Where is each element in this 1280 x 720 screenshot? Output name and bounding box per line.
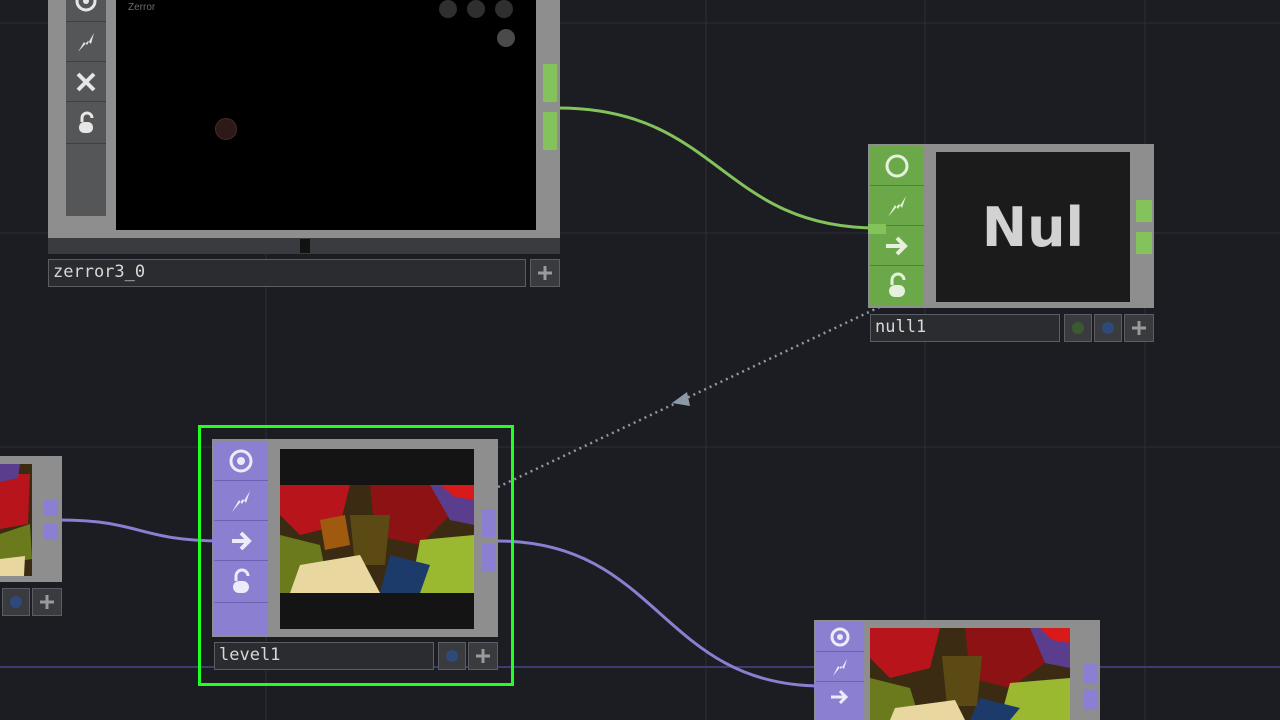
viewer-toggle-button[interactable] — [66, 0, 106, 22]
display-flag-icon — [1072, 322, 1084, 334]
output-connector-1[interactable] — [44, 500, 58, 516]
bypass-button[interactable] — [816, 652, 864, 682]
bypass-icon — [833, 658, 847, 676]
lock-icon — [889, 272, 906, 297]
null-node[interactable]: Nul null1 — [868, 144, 1158, 344]
node-flag-strip — [66, 0, 106, 216]
close-icon — [76, 72, 96, 91]
viewer-toggle-button[interactable] — [870, 146, 924, 186]
display-flag-button[interactable] — [1064, 314, 1092, 342]
null-viewer[interactable]: Nul — [936, 152, 1130, 302]
input-connector[interactable] — [814, 682, 834, 692]
output-connector-2[interactable] — [44, 524, 58, 540]
render-flag-button[interactable] — [1094, 314, 1122, 342]
render-flag-button[interactable] — [438, 642, 466, 670]
wire-level-to-bottom[interactable] — [497, 539, 823, 688]
output-connector-1[interactable] — [543, 64, 557, 102]
render-flag-icon — [10, 596, 22, 608]
output-connector-1[interactable] — [1084, 664, 1098, 684]
render-flag-icon — [1102, 322, 1114, 334]
zerror-node[interactable]: Zerror zerror3_0 — [48, 0, 562, 292]
level-node[interactable]: level1 — [198, 425, 516, 687]
add-icon — [538, 266, 552, 280]
output-connector-2[interactable] — [543, 112, 557, 150]
add-button[interactable] — [1124, 314, 1154, 342]
node-name-field[interactable]: null1 — [870, 314, 1060, 342]
zerror-viewer[interactable]: Zerror — [116, 0, 536, 230]
bypass-icon — [888, 195, 906, 217]
viewer-toggle-icon — [885, 154, 909, 177]
bypass-button[interactable] — [66, 22, 106, 62]
viewer-label: Zerror — [128, 2, 156, 13]
lock-button[interactable] — [870, 266, 924, 306]
bottom-partial-viewer[interactable] — [870, 628, 1070, 720]
output-connector-2[interactable] — [1136, 232, 1152, 254]
strip-spacer — [214, 603, 268, 635]
add-button[interactable] — [530, 259, 560, 287]
viewer-toggle-button[interactable] — [214, 441, 268, 481]
output-connector-2[interactable] — [1084, 690, 1098, 710]
bypass-button[interactable] — [870, 186, 924, 226]
viewer-toggle-icon — [75, 0, 97, 11]
viewer-point — [215, 118, 237, 140]
node-name-field[interactable]: zerror3_0 — [48, 259, 526, 287]
viewer-toggle-button[interactable] — [816, 622, 864, 652]
lock-button[interactable] — [66, 102, 106, 144]
lock-icon — [79, 111, 94, 133]
cook-icon — [886, 236, 908, 255]
node-flag-strip — [816, 622, 864, 720]
node-name-field[interactable]: level1 — [214, 642, 434, 670]
strip-spacer — [66, 144, 106, 216]
add-button[interactable] — [468, 642, 498, 670]
close-button[interactable] — [66, 62, 106, 102]
viewer-image — [870, 628, 1070, 720]
left-partial-node[interactable] — [0, 456, 62, 618]
bypass-button[interactable] — [214, 481, 268, 521]
render-flag-button[interactable] — [2, 588, 30, 616]
resize-handle[interactable] — [300, 239, 310, 253]
output-connector-2[interactable] — [482, 544, 496, 572]
output-connector-1[interactable] — [482, 509, 496, 537]
bottom-partial-node[interactable] — [814, 620, 1102, 720]
viewer-image — [280, 485, 474, 593]
add-button[interactable] — [32, 588, 62, 616]
add-icon — [476, 649, 490, 663]
viewer-ctrl-2[interactable] — [467, 0, 485, 18]
input-connector[interactable] — [212, 536, 232, 546]
left-partial-viewer[interactable] — [0, 464, 32, 576]
bypass-icon — [78, 32, 94, 52]
viewer-ctrl-4[interactable] — [497, 29, 515, 47]
viewer-toggle-icon — [830, 627, 850, 646]
viewer-ctrl-3[interactable] — [495, 0, 513, 18]
lock-icon — [233, 568, 250, 593]
add-icon — [1132, 321, 1146, 335]
viewer-image — [0, 464, 32, 576]
bypass-icon — [232, 490, 250, 512]
render-flag-icon — [446, 650, 458, 662]
viewer-ctrl-1[interactable] — [439, 0, 457, 18]
add-icon — [40, 595, 54, 609]
viewer-toggle-icon — [229, 449, 253, 472]
input-connector[interactable] — [868, 224, 886, 234]
viewer-text: Nul — [981, 195, 1085, 259]
reference-arrow-icon — [672, 392, 690, 406]
wire-zerror-to-null[interactable] — [557, 106, 879, 230]
level-viewer[interactable] — [280, 449, 474, 629]
lock-button[interactable] — [214, 561, 268, 603]
output-connector-1[interactable] — [1136, 200, 1152, 222]
